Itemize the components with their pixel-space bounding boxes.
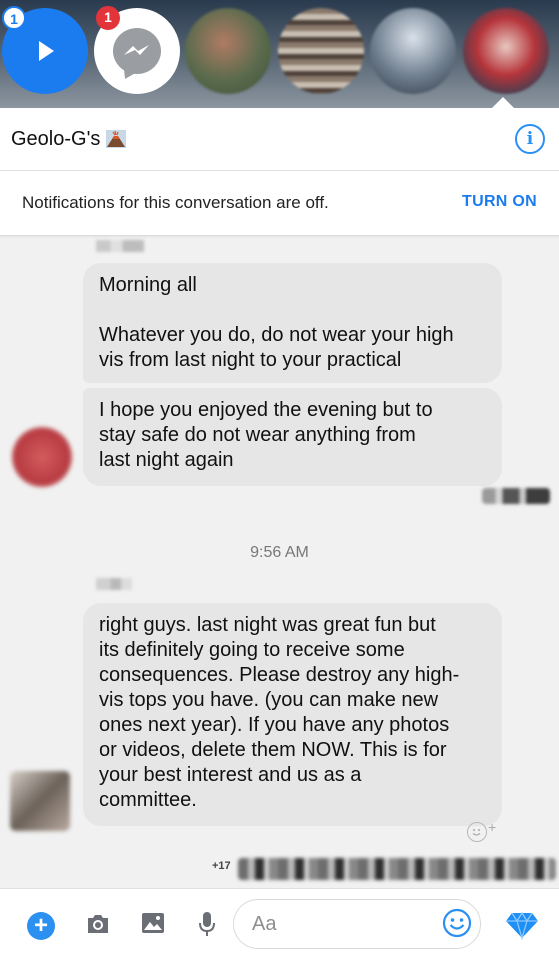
notifications-banner: Notifications for this conversation are …: [0, 171, 559, 236]
chat-head-contact[interactable]: [278, 8, 364, 94]
smiley-icon: [467, 822, 487, 842]
chat-head-contact[interactable]: [370, 8, 456, 94]
message-text: right guys. last night was great fun but: [99, 614, 436, 636]
unread-badge: 1: [2, 6, 26, 30]
add-reaction-button[interactable]: +: [467, 819, 501, 846]
turn-on-button[interactable]: TURN ON: [462, 193, 537, 211]
message-text: vis from last night to your practical: [99, 349, 402, 371]
message-text: vis tops you have. (you can make new: [99, 689, 439, 711]
microphone-icon[interactable]: [197, 910, 217, 938]
message-text: its definitely going to receive some: [99, 639, 405, 661]
emoji-icon[interactable]: [442, 908, 472, 938]
diamond-icon[interactable]: [505, 910, 539, 940]
notifications-off-text: Notifications for this conversation are …: [22, 193, 329, 212]
conversation-header: Geolo-G's i: [0, 108, 559, 171]
message-text: or videos, delete them NOW. This is for: [99, 739, 447, 761]
message-bubble[interactable]: I hope you enjoyed the evening but to st…: [83, 388, 502, 486]
sender-name-obscured: [96, 240, 144, 252]
message-text: consequences. Please destroy any high-: [99, 664, 460, 686]
chat-heads-bar: 1 1: [0, 0, 559, 108]
message-text: ones next year). If you have any photos: [99, 714, 450, 736]
message-text: Whatever you do, do not wear your high: [99, 324, 454, 346]
message-text: committee.: [99, 789, 197, 811]
message-text: stay safe do not wear anything from: [99, 424, 416, 446]
seen-avatars-obscured: [238, 858, 556, 880]
unread-badge: 1: [96, 6, 120, 30]
seen-count: +17: [212, 860, 231, 872]
message-text: last night again: [99, 449, 234, 471]
messenger-icon: [113, 28, 161, 74]
seen-by-row[interactable]: +17: [212, 856, 557, 882]
chat-head-contact-active[interactable]: [463, 8, 549, 94]
message-bubble[interactable]: Morning all Whatever you do, do not wear…: [83, 263, 502, 383]
read-receipts-obscured: [482, 488, 550, 504]
chat-head-contact[interactable]: [185, 8, 271, 94]
conversation-title[interactable]: Geolo-G's: [11, 128, 100, 151]
message-text: Morning all: [99, 274, 197, 296]
camera-icon[interactable]: [84, 910, 112, 938]
volcano-icon: [106, 130, 127, 148]
message-text: I hope you enjoyed the evening but to: [99, 399, 433, 421]
sender-avatar[interactable]: [10, 771, 70, 831]
active-head-pointer: [492, 97, 514, 108]
play-icon: [39, 41, 54, 61]
message-text: your best interest and us as a: [99, 764, 362, 786]
message-bubble[interactable]: right guys. last night was great fun but…: [83, 603, 502, 826]
message-timestamp: 9:56 AM: [250, 544, 309, 561]
more-actions-button[interactable]: +: [27, 912, 55, 940]
plus-icon: +: [488, 819, 497, 835]
sender-name-obscured: [96, 578, 132, 590]
gallery-icon[interactable]: [140, 910, 166, 936]
info-icon[interactable]: i: [515, 124, 545, 154]
sender-avatar[interactable]: [12, 427, 72, 487]
